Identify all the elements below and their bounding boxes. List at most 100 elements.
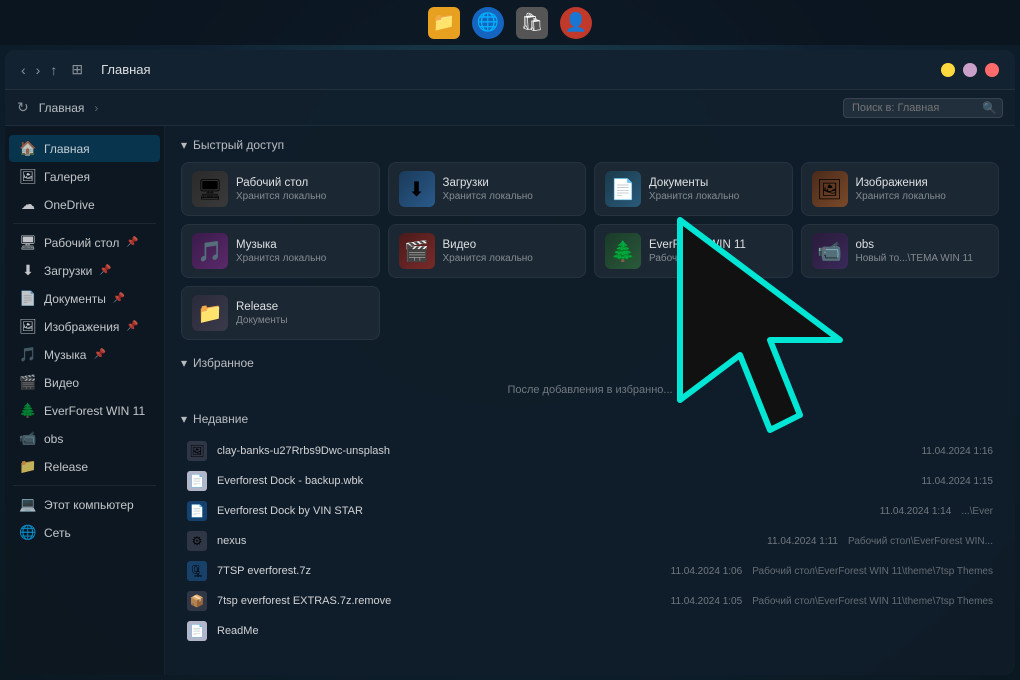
content-area: 🏠 Главная 🖼 Галерея ☁ OneDrive 🖥 Рабочий… <box>5 126 1015 675</box>
search-input[interactable] <box>843 98 1003 118</box>
images-icon: 🖼 <box>19 318 37 335</box>
everforest-icon: 🌲 <box>19 402 37 419</box>
sidebar-item-computer[interactable]: 💻 Этот компьютер <box>9 491 160 518</box>
quick-item-images[interactable]: 🖼 Изображения Хранится локально <box>801 162 1000 216</box>
recent-header[interactable]: Недавние <box>181 412 999 426</box>
quick-access-header[interactable]: Быстрый доступ <box>181 138 999 152</box>
recent-section: Недавние 🖼 clay-banks-u27Rrbs9Dwc-unspla… <box>181 412 999 646</box>
sidebar-item-music[interactable]: 🎵 Музыка 📌 <box>9 341 160 368</box>
sidebar-label-home: Главная <box>44 142 90 156</box>
search-icon: 🔍 <box>982 101 997 115</box>
recent-name-2: Everforest Dock by VIN STAR <box>217 505 870 517</box>
quick-item-music-info: Музыка Хранится локально <box>236 239 326 264</box>
quick-item-music[interactable]: 🎵 Музыка Хранится локально <box>181 224 380 278</box>
view-toggle[interactable]: ⊞ <box>71 61 83 78</box>
recent-item-5[interactable]: 📦 7tsp everforest EXTRAS.7z.remove 11.04… <box>181 586 999 616</box>
quick-item-music-name: Музыка <box>236 239 326 251</box>
quick-item-images-name: Изображения <box>856 177 946 189</box>
network-icon: 🌐 <box>19 524 37 541</box>
quick-item-downloads[interactable]: ⬇ Загрузки Хранится локально <box>388 162 587 216</box>
taskbar-folder-icon[interactable]: 📁 <box>428 7 460 39</box>
sidebar-label-computer: Этот компьютер <box>44 498 134 512</box>
images-folder-icon: 🖼 <box>812 171 848 207</box>
sidebar-item-video[interactable]: 🎬 Видео <box>9 369 160 396</box>
obs-icon: 📹 <box>19 430 37 447</box>
pin-icon-4: 📌 <box>126 321 138 332</box>
quick-item-video-info: Видео Хранится локально <box>443 239 533 264</box>
sidebar-item-onedrive[interactable]: ☁ OneDrive <box>9 191 160 218</box>
sidebar-label-images: Изображения <box>44 320 119 334</box>
sidebar-item-images[interactable]: 🖼 Изображения 📌 <box>9 313 160 340</box>
quick-item-desktop-info: Рабочий стол Хранится локально <box>236 177 326 202</box>
music-folder-icon: 🎵 <box>192 233 228 269</box>
recent-item-3[interactable]: ⚙ nexus 11.04.2024 1:11 Рабочий стол\Eve… <box>181 526 999 556</box>
quick-item-documents-info: Документы Хранится локально <box>649 177 739 202</box>
sidebar-item-documents[interactable]: 📄 Документы 📌 <box>9 285 160 312</box>
recent-item-0[interactable]: 🖼 clay-banks-u27Rrbs9Dwc-unsplash 11.04.… <box>181 436 999 466</box>
sidebar-item-home[interactable]: 🏠 Главная <box>9 135 160 162</box>
quick-item-video[interactable]: 🎬 Видео Хранится локально <box>388 224 587 278</box>
music-icon: 🎵 <box>19 346 37 363</box>
favorites-header[interactable]: Избранное <box>181 356 999 370</box>
sidebar-item-network[interactable]: 🌐 Сеть <box>9 519 160 546</box>
recent-icon-4: 🗜 <box>187 561 207 581</box>
documents-icon: 📄 <box>19 290 37 307</box>
window-title: Главная <box>101 62 150 77</box>
recent-icon-2: 📄 <box>187 501 207 521</box>
recent-date-4: 11.04.2024 1:06 <box>671 566 743 577</box>
recent-icon-3: ⚙ <box>187 531 207 551</box>
downloads-folder-icon: ⬇ <box>399 171 435 207</box>
recent-name-3: nexus <box>217 535 757 547</box>
recent-icon-5: 📦 <box>187 591 207 611</box>
quick-item-release[interactable]: 📁 Release Документы <box>181 286 380 340</box>
search-wrap: 🔍 <box>843 98 1003 118</box>
quick-item-documents[interactable]: 📄 Документы Хранится локально <box>594 162 793 216</box>
recent-label: Недавние <box>193 412 248 426</box>
nav-back[interactable]: ‹ <box>21 62 26 78</box>
refresh-icon[interactable]: ↻ <box>17 99 29 116</box>
obs-folder-icon: 📹 <box>812 233 848 269</box>
recent-item-6[interactable]: 📄 ReadMe <box>181 616 999 646</box>
recent-path-4: Рабочий стол\EverForest WIN 11\theme\7ts… <box>752 566 993 577</box>
recent-icon-0: 🖼 <box>187 441 207 461</box>
recent-date-1: 11.04.2024 1:15 <box>921 476 993 487</box>
quick-item-downloads-name: Загрузки <box>443 177 533 189</box>
recent-name-1: Everforest Dock - backup.wbk <box>217 475 911 487</box>
quick-item-desktop-sub: Хранится локально <box>236 191 326 202</box>
minimize-button[interactable] <box>941 63 955 77</box>
quick-item-images-sub: Хранится локально <box>856 191 946 202</box>
quick-item-everforest-name: EverForest WIN 11 <box>649 239 746 251</box>
sidebar-item-downloads[interactable]: ⬇ Загрузки 📌 <box>9 257 160 284</box>
recent-date-5: 11.04.2024 1:05 <box>671 596 743 607</box>
maximize-button[interactable] <box>963 63 977 77</box>
taskbar-store-icon[interactable]: 🛍 <box>516 7 548 39</box>
sidebar-item-desktop[interactable]: 🖥 Рабочий стол 📌 <box>9 229 160 256</box>
recent-name-0: clay-banks-u27Rrbs9Dwc-unsplash <box>217 445 911 457</box>
recent-item-2[interactable]: 📄 Everforest Dock by VIN STAR 11.04.2024… <box>181 496 999 526</box>
titlebar: ‹ › ↑ ⊞ Главная <box>5 50 1015 90</box>
recent-path-5: Рабочий стол\EverForest WIN 11\theme\7ts… <box>752 596 993 607</box>
quick-item-obs-info: obs Новый то...\TEMA WIN 11 <box>856 239 973 264</box>
recent-item-1[interactable]: 📄 Everforest Dock - backup.wbk 11.04.202… <box>181 466 999 496</box>
main-panel: Быстрый доступ 🖥 Рабочий стол Хранится л… <box>165 126 1015 675</box>
quick-access-label: Быстрый доступ <box>193 138 284 152</box>
sidebar-label-video: Видео <box>44 376 79 390</box>
sidebar-item-everforest[interactable]: 🌲 EverForest WIN 11 <box>9 397 160 424</box>
nav-up[interactable]: ↑ <box>50 62 57 78</box>
sidebar-item-obs[interactable]: 📹 obs <box>9 425 160 452</box>
taskbar-edge-icon[interactable]: 🌐 <box>472 7 504 39</box>
recent-item-4[interactable]: 🗜 7TSP everforest.7z 11.04.2024 1:06 Раб… <box>181 556 999 586</box>
sidebar-item-release[interactable]: 📁 Release <box>9 453 160 480</box>
quick-item-obs[interactable]: 📹 obs Новый то...\TEMA WIN 11 <box>801 224 1000 278</box>
close-button[interactable] <box>985 63 999 77</box>
sidebar-label-music: Музыка <box>44 348 86 362</box>
recent-path-2: ...\Ever <box>961 506 993 517</box>
quick-item-desktop[interactable]: 🖥 Рабочий стол Хранится локально <box>181 162 380 216</box>
quick-item-everforest[interactable]: 🌲 EverForest WIN 11 Рабочий стол <box>594 224 793 278</box>
sidebar-item-gallery[interactable]: 🖼 Галерея <box>9 163 160 190</box>
taskbar-avatar-icon[interactable]: 👤 <box>560 7 592 39</box>
quick-item-everforest-sub: Рабочий стол <box>649 253 746 264</box>
nav-forward[interactable]: › <box>36 62 41 78</box>
quick-item-downloads-info: Загрузки Хранится локально <box>443 177 533 202</box>
pin-icon-2: 📌 <box>99 265 111 276</box>
